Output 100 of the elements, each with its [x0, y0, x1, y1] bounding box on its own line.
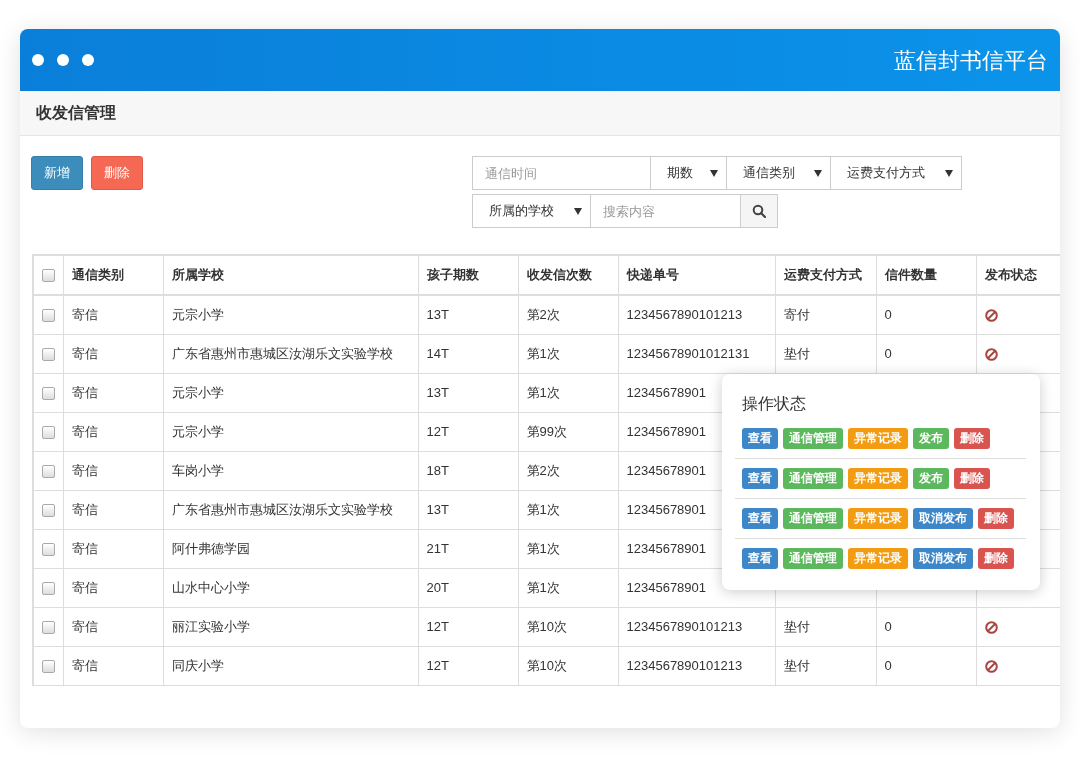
table-cell: 12345678901: [626, 384, 707, 400]
manage-button[interactable]: 通信管理: [783, 428, 843, 449]
input-field[interactable]: 通信时间: [472, 156, 651, 190]
table-cell: 12345678901: [626, 462, 707, 478]
column-header: 运费支付方式: [783, 267, 862, 283]
table-cell: 13T: [426, 501, 449, 517]
checkbox[interactable]: [41, 309, 55, 323]
checkbox[interactable]: [41, 386, 55, 400]
checkbox[interactable]: [41, 425, 55, 439]
table-cell: 12T: [426, 618, 449, 634]
table-cell: 13T: [426, 384, 449, 400]
table-cell: 寄信: [71, 384, 98, 400]
view-button[interactable]: 查看: [742, 428, 778, 449]
checkbox[interactable]: [41, 269, 55, 283]
table-cell: 寄信: [71, 540, 98, 556]
column-header: 信件数量: [884, 267, 937, 283]
caret-icon: [945, 169, 953, 177]
delete-button[interactable]: 删除: [978, 508, 1014, 529]
delete-button[interactable]: 删除: [91, 156, 143, 190]
table-cell: 车岗小学: [171, 462, 224, 478]
window-dot: [32, 54, 44, 66]
table-cell: 丽江实验小学: [171, 618, 250, 634]
view-button[interactable]: 查看: [742, 548, 778, 569]
table-cell: 0: [884, 618, 892, 634]
table-cell: 寄信: [71, 618, 98, 634]
column-header: 发布状态: [984, 267, 1037, 283]
table-cell: 寄信: [71, 423, 98, 439]
table-cell: 第10次: [526, 618, 567, 634]
unpublish-button[interactable]: 取消发布: [913, 548, 973, 569]
column-header: 通信类别: [71, 267, 124, 283]
publish-button[interactable]: 发布: [913, 468, 949, 489]
table-cell: 第1次: [526, 579, 560, 595]
dropdown[interactable]: 通信类别: [726, 156, 831, 190]
window-dot: [57, 54, 69, 66]
column-header: 所属学校: [171, 267, 224, 283]
manage-button[interactable]: 通信管理: [783, 548, 843, 569]
table-cell: 垫付: [783, 657, 810, 673]
manage-button[interactable]: 通信管理: [783, 508, 843, 529]
dropdown[interactable]: 所属的学校: [472, 194, 591, 228]
app-title: 蓝信封书信平台: [894, 46, 1048, 75]
exception-button[interactable]: 异常记录: [848, 548, 908, 569]
column-header: 快递单号: [626, 267, 679, 283]
table-cell: 0: [884, 657, 892, 673]
caret-icon: [814, 169, 822, 177]
table-cell: 垫付: [783, 345, 810, 361]
exception-button[interactable]: 异常记录: [848, 508, 908, 529]
search-button[interactable]: [740, 194, 778, 228]
table-cell: 寄信: [71, 657, 98, 673]
checkbox[interactable]: [41, 503, 55, 517]
popover-title: 操作状态: [741, 394, 807, 414]
table-cell: 元宗小学: [171, 384, 224, 400]
column-header: 孩子期数: [426, 267, 479, 283]
view-button[interactable]: 查看: [742, 468, 778, 489]
table-cell: 第1次: [526, 345, 560, 361]
table-cell: 垫付: [783, 618, 810, 634]
exception-button[interactable]: 异常记录: [848, 428, 908, 449]
table-cell: 20T: [426, 579, 449, 595]
caret-icon: [710, 169, 718, 177]
table-cell: 寄信: [71, 462, 98, 478]
table-cell: 广东省惠州市惠城区汝湖乐文实验学校: [171, 501, 393, 517]
view-button[interactable]: 查看: [742, 508, 778, 529]
checkbox[interactable]: [41, 464, 55, 478]
dropdown[interactable]: 运费支付方式: [830, 156, 962, 190]
add-button[interactable]: 新增: [31, 156, 83, 190]
table-cell: 同庆小学: [171, 657, 224, 673]
dropdown[interactable]: 期数: [650, 156, 727, 190]
input-field[interactable]: 搜索内容: [590, 194, 741, 228]
section-title: 收发信管理: [36, 103, 116, 123]
delete-button[interactable]: 删除: [978, 548, 1014, 569]
table-cell: 12345678901: [626, 540, 707, 556]
table-cell: 1234567890101213: [626, 618, 743, 634]
unpublish-button[interactable]: 取消发布: [913, 508, 973, 529]
table-cell: 山水中心小学: [171, 579, 250, 595]
table-cell: 第2次: [526, 307, 560, 322]
table-cell: 元宗小学: [171, 423, 224, 439]
publish-button[interactable]: 发布: [913, 428, 949, 449]
table-cell: 14T: [426, 345, 449, 361]
checkbox[interactable]: [41, 581, 55, 595]
table-cell: 第2次: [526, 462, 560, 478]
manage-button[interactable]: 通信管理: [783, 468, 843, 489]
table-cell: 寄信: [71, 307, 98, 322]
exception-button[interactable]: 异常记录: [848, 468, 908, 489]
table-cell: 寄信: [71, 501, 98, 517]
search-icon: [752, 204, 766, 218]
checkbox[interactable]: [41, 542, 55, 556]
table-cell: 第1次: [526, 384, 560, 400]
column-header: 收发信次数: [526, 267, 592, 283]
checkbox[interactable]: [41, 620, 55, 634]
table-cell: 18T: [426, 462, 449, 478]
table-cell: 1234567890101213: [626, 657, 743, 673]
table-cell: 12345678901: [626, 579, 707, 595]
delete-button[interactable]: 删除: [954, 468, 990, 489]
delete-button[interactable]: 删除: [954, 428, 990, 449]
checkbox[interactable]: [41, 659, 55, 673]
table-cell: 第1次: [526, 501, 560, 517]
checkbox[interactable]: [41, 347, 55, 361]
table-cell: 寄付: [783, 307, 810, 322]
table-cell: 阿什弗德学园: [171, 540, 250, 556]
table-cell: 12T: [426, 423, 449, 439]
table-cell: 0: [884, 307, 892, 322]
